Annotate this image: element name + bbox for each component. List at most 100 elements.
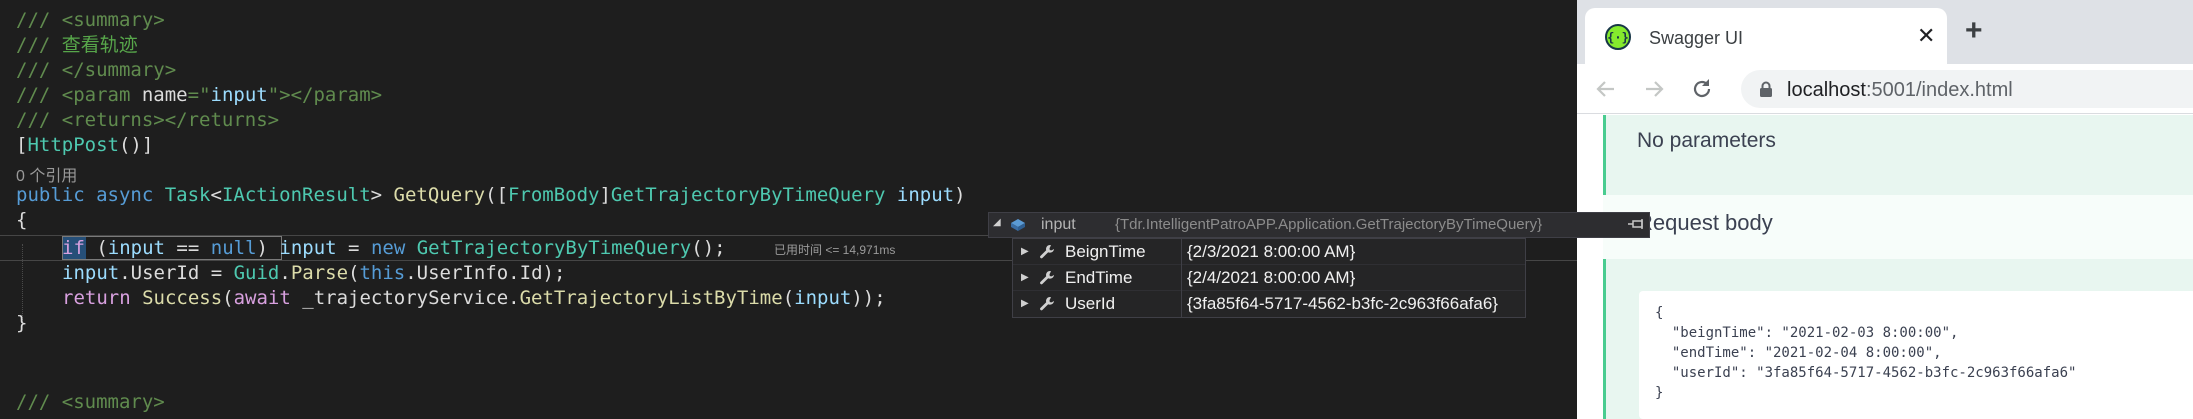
method-name: GetQuery bbox=[382, 184, 486, 206]
type-name: GetTrajectoryByTimeQuery bbox=[610, 184, 886, 206]
url-text[interactable]: localhost:5001/index.html bbox=[1787, 79, 2013, 102]
json-line: "userId": "3fa85f64-5717-4562-b3fc-2c963… bbox=[1655, 365, 2077, 381]
code-line-1[interactable]: /// <summary> bbox=[16, 8, 165, 32]
json-line: } bbox=[1655, 385, 1664, 401]
parens: () bbox=[118, 134, 142, 156]
json-line: "beignTime": "2021-02-03 8:00:00", bbox=[1655, 325, 1959, 341]
code-line-2[interactable]: /// 查看轨迹 bbox=[16, 33, 138, 57]
lock-icon[interactable] bbox=[1759, 81, 1773, 97]
url-host: localhost bbox=[1787, 79, 1866, 101]
doc-comment-text: 查看轨迹 bbox=[50, 34, 138, 56]
member-access: _trajectoryService. bbox=[290, 287, 520, 309]
doc-attr-name: name bbox=[130, 84, 188, 106]
property-value[interactable]: {3fa85f64-5717-4562-b3fc-2c963f66afa6} bbox=[1187, 294, 1498, 314]
code-line-5[interactable]: /// <returns></returns> bbox=[16, 108, 279, 132]
column-divider bbox=[1181, 239, 1182, 265]
swagger-logo-icon: {·} bbox=[1605, 24, 1631, 50]
keyword-await: await bbox=[233, 287, 291, 309]
type-name: IActionResult bbox=[221, 184, 371, 206]
expand-triangle-icon[interactable]: ▶ bbox=[1021, 272, 1029, 283]
browser-toolbar: localhost:5001/index.html bbox=[1577, 64, 2193, 114]
address-bar[interactable]: localhost:5001/index.html bbox=[1741, 70, 2193, 108]
code-line-3[interactable]: /// </summary> bbox=[16, 58, 176, 82]
doc-attr-eq: = bbox=[187, 84, 200, 106]
collapse-triangle-icon[interactable]: ◢ bbox=[993, 217, 1001, 228]
new-tab-icon[interactable]: + bbox=[1965, 14, 1983, 48]
bracket: ] bbox=[141, 134, 154, 156]
perftip-elapsed-time[interactable]: 已用时间 <= 14,971ms bbox=[774, 241, 895, 258]
tab-swagger-ui[interactable]: {·} Swagger UI ✕ bbox=[1585, 8, 1947, 64]
method-name: GetTrajectoryListByTime bbox=[519, 287, 783, 309]
property-name: EndTime bbox=[1065, 268, 1133, 287]
wrench-icon bbox=[1040, 271, 1054, 285]
doc-attr-quote: " bbox=[267, 84, 280, 106]
variable: input bbox=[794, 287, 852, 309]
doc-attr-value: input bbox=[210, 84, 268, 106]
brace: { bbox=[16, 209, 28, 231]
datatip-row[interactable]: ▶ EndTime {2/4/2021 8:00:00 AM} bbox=[1013, 265, 1525, 291]
attribute-name: HttpPost bbox=[27, 134, 119, 156]
keyword-return: return bbox=[62, 287, 131, 309]
doc-comment-tag: </summary> bbox=[50, 59, 177, 81]
punct: > bbox=[370, 184, 383, 206]
field-icon bbox=[1011, 219, 1025, 231]
parameter-name: input bbox=[885, 184, 955, 206]
datatip-members: ▶ BeignTime {2/3/2021 8:00:00 AM} ▶ EndT… bbox=[1012, 238, 1526, 318]
punct: ( bbox=[348, 262, 360, 284]
property-name: BeignTime bbox=[1065, 242, 1146, 261]
reload-icon[interactable] bbox=[1689, 76, 1715, 102]
doc-comment-tag: <summary> bbox=[50, 391, 165, 413]
bracket: [ bbox=[16, 134, 28, 156]
expand-triangle-icon[interactable]: ▶ bbox=[1021, 246, 1029, 257]
code-line-12[interactable]: } bbox=[16, 311, 27, 335]
code-line-9[interactable]: if (input == null) input = new GetTrajec… bbox=[62, 236, 726, 260]
datatip-row[interactable]: ▶ UserId {3fa85f64-5717-4562-b3fc-2c963f… bbox=[1013, 291, 1525, 317]
property-value[interactable]: {2/3/2021 8:00:00 AM} bbox=[1187, 242, 1355, 262]
code-line-10[interactable]: input.UserId = Guid.Parse(this.UserInfo.… bbox=[62, 261, 565, 285]
column-divider bbox=[1181, 291, 1182, 317]
pin-icon[interactable] bbox=[1627, 217, 1645, 233]
punct: ) bbox=[256, 237, 268, 259]
datatip-header[interactable]: ◢ input {Tdr.IntelligentPatroAPP.Applica… bbox=[988, 212, 1650, 238]
request-body-editor[interactable]: { "beignTime": "2021-02-03 8:00:00", "en… bbox=[1639, 291, 2193, 419]
property-name: UserId bbox=[1065, 294, 1116, 313]
doc-comment-slashes: /// bbox=[16, 34, 51, 56]
punct: ) bbox=[954, 184, 966, 206]
datatip-variable-value[interactable]: {Tdr.IntelligentPatroAPP.Application.Get… bbox=[1115, 216, 1542, 233]
code-line-11[interactable]: return Success(await _trajectoryService.… bbox=[62, 286, 886, 310]
back-icon[interactable] bbox=[1593, 76, 1619, 102]
code-line-4[interactable]: /// <param name="input"></param> bbox=[16, 83, 382, 107]
datatip-variable-name: input bbox=[1041, 216, 1076, 233]
punct: ([ bbox=[485, 184, 508, 206]
close-tab-icon[interactable]: ✕ bbox=[1917, 22, 1935, 50]
tab-title: Swagger UI bbox=[1649, 28, 1744, 48]
property-value[interactable]: {2/4/2021 8:00:00 AM} bbox=[1187, 268, 1355, 288]
code-editor[interactable]: /// <summary> /// 查看轨迹 /// </summary> //… bbox=[0, 0, 1577, 419]
wrench-icon bbox=[1040, 297, 1054, 311]
expand-triangle-icon[interactable]: ▶ bbox=[1021, 298, 1029, 309]
code-line-6[interactable]: [HttpPost()] bbox=[16, 133, 153, 157]
code-line-7[interactable]: public async Task<IActionResult> GetQuer… bbox=[16, 183, 966, 207]
attribute-name: FromBody bbox=[507, 184, 600, 206]
forward-icon[interactable] bbox=[1641, 76, 1667, 102]
code-line-8[interactable]: { bbox=[16, 208, 27, 232]
keyword: new bbox=[370, 237, 406, 259]
method-name: Parse bbox=[290, 262, 349, 284]
json-line: { bbox=[1655, 305, 1664, 321]
browser-window: {·} Swagger UI ✕ + localhost:5001/index.… bbox=[1577, 0, 2193, 419]
punct: (); bbox=[691, 237, 726, 259]
no-parameters-text: No parameters bbox=[1637, 129, 1776, 152]
doc-comment-tag: <returns></returns> bbox=[50, 109, 280, 131]
code-line-13[interactable]: /// <summary> bbox=[16, 390, 165, 414]
swagger-page: No parameters Request body { "beignTime"… bbox=[1577, 115, 2193, 419]
wrench-icon bbox=[1040, 245, 1054, 259]
doc-comment-slashes: /// bbox=[16, 109, 51, 131]
doc-comment-slashes: /// bbox=[16, 9, 51, 31]
tab-strip: {·} Swagger UI ✕ + bbox=[1577, 0, 2193, 64]
punct: . bbox=[279, 262, 291, 284]
datatip-row[interactable]: ▶ BeignTime {2/3/2021 8:00:00 AM} bbox=[1013, 239, 1525, 265]
punct: ] bbox=[599, 184, 611, 206]
method-name: Success bbox=[130, 287, 223, 309]
variable: input bbox=[107, 237, 165, 259]
doc-attr-quote: " bbox=[199, 84, 211, 106]
